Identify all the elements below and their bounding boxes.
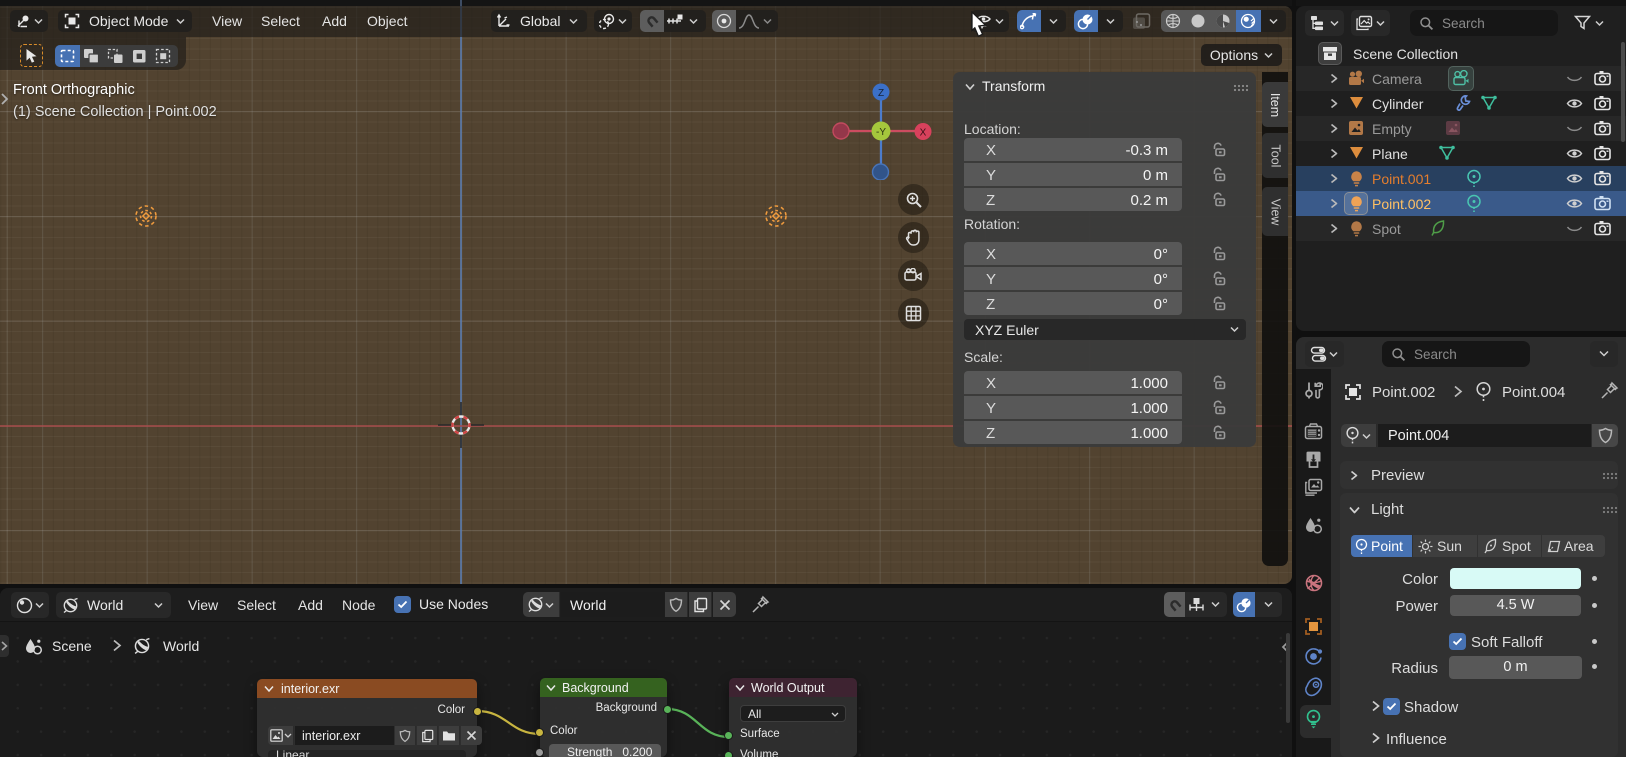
svg-text:Z: Z [878, 88, 884, 99]
svg-text:-Y: -Y [876, 127, 886, 138]
svg-text:X: X [920, 128, 927, 139]
